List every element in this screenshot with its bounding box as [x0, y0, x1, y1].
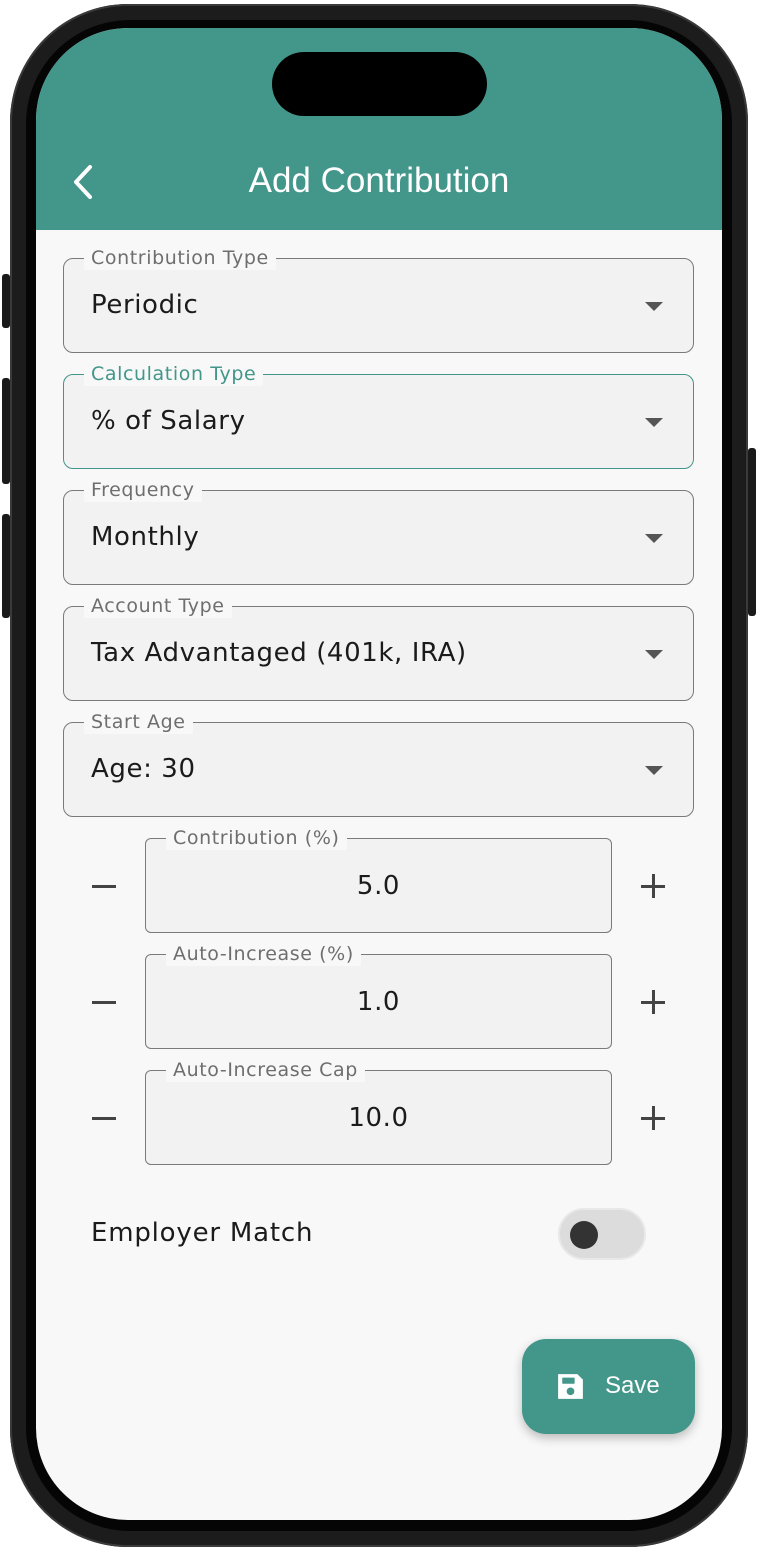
dynamic-island	[272, 52, 487, 116]
caret-down-icon	[645, 650, 663, 659]
field-label: Frequency	[84, 478, 202, 502]
field-value: 10.0	[348, 1103, 409, 1133]
auto-increase-increment-button[interactable]	[633, 982, 673, 1022]
field-value: Tax Advantaged (401k, IRA)	[91, 638, 467, 668]
field-label: Calculation Type	[84, 362, 264, 386]
caret-down-icon	[645, 302, 663, 311]
page-title: Add Contribution	[248, 161, 510, 200]
side-button	[2, 378, 10, 484]
auto-increase-cap-field[interactable]: Auto-Increase Cap 10.0	[145, 1058, 612, 1165]
contribution-type-dropdown[interactable]: Contribution Type Periodic	[63, 246, 694, 353]
calculation-type-dropdown[interactable]: Calculation Type % of Salary	[63, 362, 694, 469]
field-value: % of Salary	[91, 406, 246, 436]
app-bar: Add Contribution	[36, 28, 722, 230]
field-value: Monthly	[91, 522, 200, 552]
account-type-dropdown[interactable]: Account Type Tax Advantaged (401k, IRA)	[63, 594, 694, 701]
field-label: Auto-Increase (%)	[166, 942, 361, 966]
employer-match-label: Employer Match	[91, 1218, 314, 1248]
frequency-dropdown[interactable]: Frequency Monthly	[63, 478, 694, 585]
caret-down-icon	[645, 534, 663, 543]
side-button	[2, 514, 10, 618]
save-label: Save	[605, 1372, 660, 1399]
field-value: 5.0	[356, 871, 401, 901]
floppy-disk-icon	[558, 1374, 583, 1399]
contribution-percent-field[interactable]: Contribution (%) 5.0	[145, 826, 612, 933]
save-button[interactable]: Save	[522, 1339, 695, 1434]
auto-increase-cap-decrement-button[interactable]	[84, 1098, 124, 1138]
caret-down-icon	[645, 766, 663, 775]
caret-down-icon	[645, 418, 663, 427]
field-label: Contribution Type	[84, 246, 276, 270]
field-label: Account Type	[84, 594, 232, 618]
field-label: Auto-Increase Cap	[166, 1058, 365, 1082]
field-label: Contribution (%)	[166, 826, 347, 850]
contribution-increment-button[interactable]	[633, 866, 673, 906]
toggle-knob	[570, 1221, 598, 1249]
employer-match-toggle[interactable]	[558, 1208, 646, 1260]
app-screen: Add Contribution Contribution Type Perio…	[36, 28, 722, 1520]
field-label: Start Age	[84, 710, 193, 734]
field-value: 1.0	[356, 987, 401, 1017]
field-value: Age: 30	[91, 754, 196, 784]
auto-increase-cap-increment-button[interactable]	[633, 1098, 673, 1138]
side-button	[748, 448, 756, 616]
auto-increase-decrement-button[interactable]	[84, 982, 124, 1022]
start-age-dropdown[interactable]: Start Age Age: 30	[63, 710, 694, 817]
contribution-decrement-button[interactable]	[84, 866, 124, 906]
auto-increase-percent-field[interactable]: Auto-Increase (%) 1.0	[145, 942, 612, 1049]
side-button	[2, 274, 10, 328]
field-value: Periodic	[91, 290, 199, 320]
